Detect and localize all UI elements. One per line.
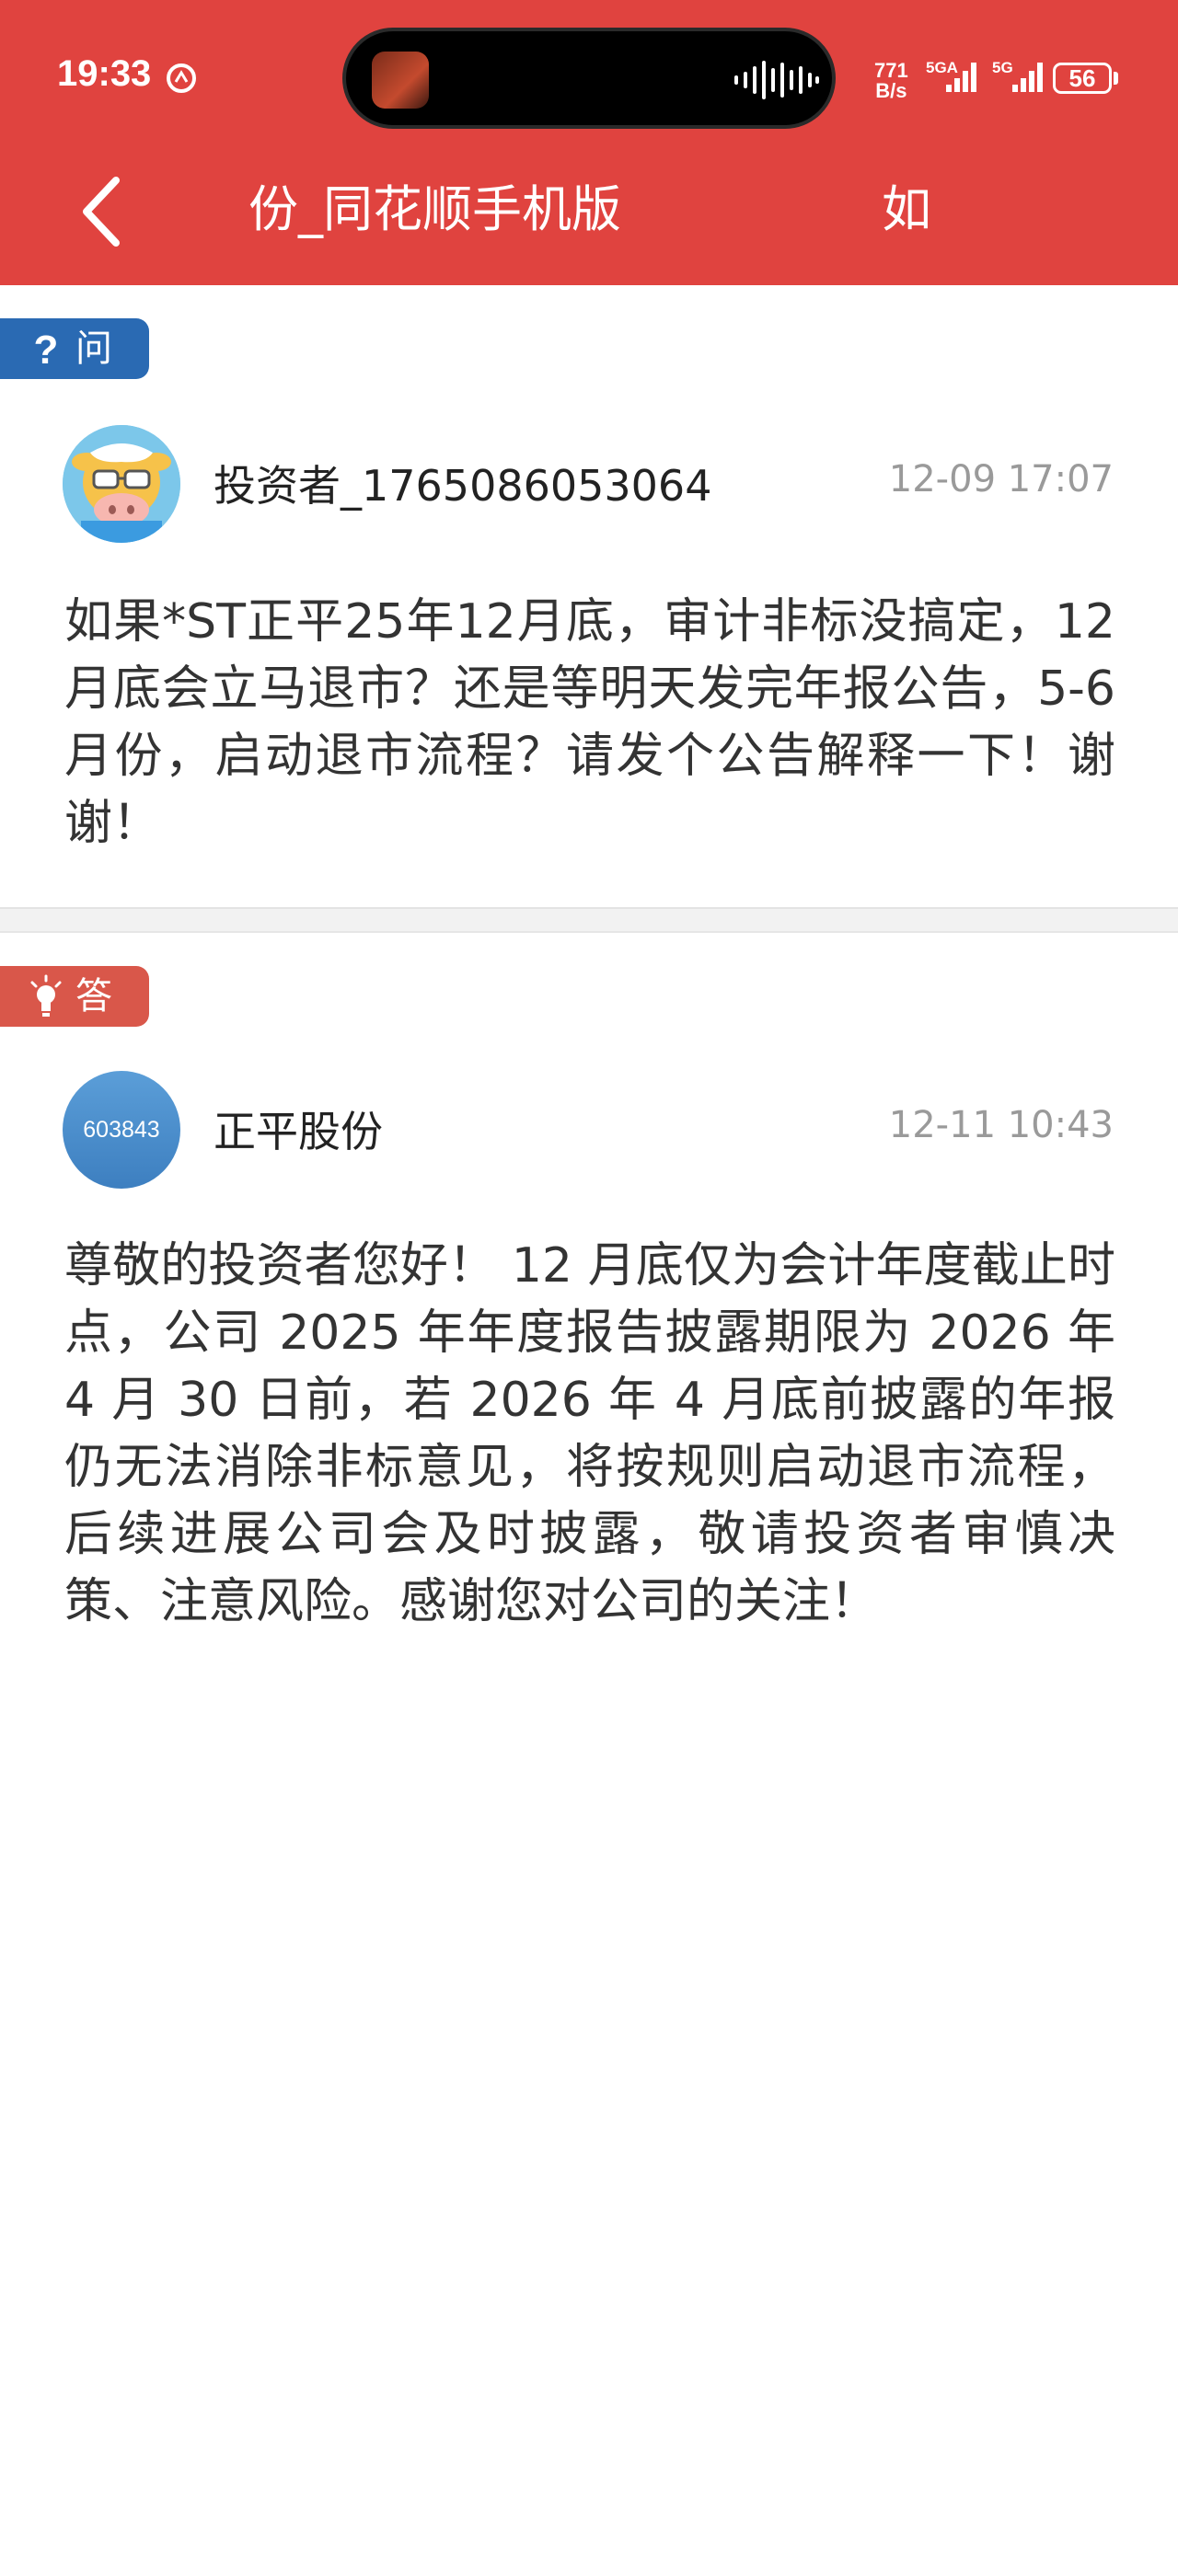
section-divider xyxy=(0,907,1178,933)
question-author[interactable]: 投资者_1765086053064 xyxy=(214,453,711,513)
company-avatar[interactable]: 603843 xyxy=(63,1071,180,1189)
nav-right-text[interactable]: 如 xyxy=(882,173,930,247)
dynamic-island[interactable] xyxy=(342,28,836,129)
lightbulb-icon xyxy=(30,974,62,1017)
svg-text:?: ? xyxy=(34,328,59,371)
question-time: 12-09 17:07 xyxy=(888,458,1114,500)
network-speed: 771 B/s xyxy=(874,59,908,102)
answer-text: 尊敬的投资者您好！ 12 月底仅为会计年度截止时点，公司 2025 年年度报告披… xyxy=(64,1238,1115,1629)
status-time: 19:33 xyxy=(57,53,152,94)
audio-wave-icon xyxy=(734,61,819,99)
qa-detail-page: 19:33 771 B/s 5GA 5G 56 份_同花顺手机版 如 ? 问 投… xyxy=(0,0,1178,2576)
battery-tip xyxy=(1114,72,1118,85)
speed-indicator-icon xyxy=(167,63,196,93)
question-text: 如果*ST正平25年12月底，审计非标没搞定，12月底会立马退市？还是等明天发完… xyxy=(64,594,1115,851)
page-title: 份_同花顺手机版 xyxy=(248,180,621,238)
signal-5ga: 5GA xyxy=(926,59,983,99)
status-bar: 19:33 771 B/s 5GA 5G 56 xyxy=(0,0,1178,156)
battery-indicator: 56 xyxy=(1053,63,1112,94)
question-mark-icon: ? xyxy=(34,328,59,371)
question-badge: ? 问 xyxy=(0,318,149,379)
answer-time: 12-11 10:43 xyxy=(888,1104,1114,1146)
navigation-bar: 份_同花顺手机版 如 xyxy=(0,156,1178,285)
answer-badge: 答 xyxy=(0,966,149,1027)
signal-5g: 5G xyxy=(992,59,1049,99)
cow-avatar-icon xyxy=(63,425,180,543)
chevron-left-icon[interactable] xyxy=(75,173,127,250)
app-thumbnail-icon[interactable] xyxy=(372,52,429,109)
answer-author[interactable]: 正平股份 xyxy=(214,1098,383,1159)
avatar[interactable] xyxy=(63,425,180,543)
